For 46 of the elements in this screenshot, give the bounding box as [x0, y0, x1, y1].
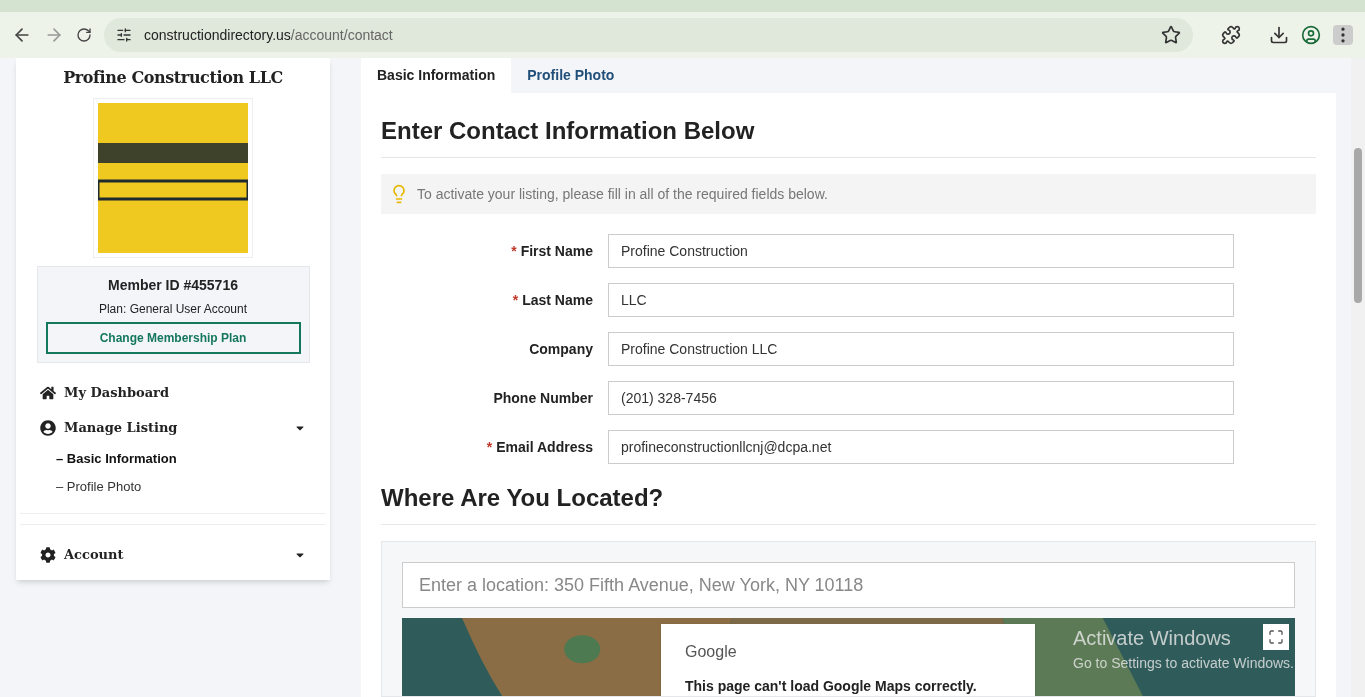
change-plan-button[interactable]: Change Membership Plan: [45, 322, 301, 354]
section-heading: Where Are You Located?: [381, 480, 1316, 525]
plan-text: Plan: General User Account: [98, 301, 248, 318]
activation-subtitle: Go to Settings to activate Windows.: [1073, 654, 1294, 673]
reload-icon[interactable]: [76, 27, 92, 43]
fullscreen-button[interactable]: [1263, 624, 1289, 650]
location-field[interactable]: Enter a location: 350 Fifth Avenue, New York, NY 10118: [402, 562, 1295, 608]
bookmark-star-icon[interactable]: [1161, 25, 1181, 45]
dialog-message: This page can't load Google Maps correctly.: [685, 677, 978, 696]
company-name: Profine Construction LLC: [63, 67, 283, 89]
user-icon: [40, 419, 56, 436]
scrollbar[interactable]: [1351, 58, 1365, 697]
activation-title: Activate Windows: [1073, 626, 1231, 651]
field-label: Email Address: [496, 437, 593, 457]
dialog-logo-text: Google: [685, 642, 738, 662]
field-label: Phone Number: [493, 388, 593, 408]
tab[interactable]: Basic Information: [361, 58, 512, 93]
nav-item[interactable]: Account: [64, 544, 286, 565]
sub-nav-item[interactable]: – Profile Photo: [40, 473, 306, 501]
input-field[interactable]: profineconstructionllcnj@dcpa.net: [608, 430, 1234, 464]
url-text: constructiondirectory.us/account/contact: [144, 25, 394, 45]
required-mark: *: [511, 241, 517, 261]
profile-icon[interactable]: [1301, 25, 1321, 45]
sub-nav-item[interactable]: – Basic Information: [40, 445, 306, 473]
nav-item[interactable]: My Dashboard: [64, 382, 306, 403]
member-id: Member ID #455716: [108, 276, 238, 295]
required-mark: *: [512, 290, 519, 310]
field-label: Last Name: [522, 290, 593, 310]
input-field[interactable]: Profine Construction: [608, 234, 1234, 268]
input-field[interactable]: LLC: [608, 283, 1234, 317]
settings-icon: [40, 546, 56, 563]
input-field[interactable]: Profine Construction LLC: [608, 332, 1234, 366]
nav-item[interactable]: Manage Listing: [64, 417, 286, 438]
section-heading: Enter Contact Information Below: [381, 113, 1316, 158]
home-icon: [40, 384, 56, 401]
menu-icon[interactable]: [1333, 25, 1353, 45]
field-label: First Name: [520, 241, 593, 261]
field-label: Company: [529, 339, 593, 359]
input-field[interactable]: (201) 328-7456: [608, 381, 1234, 415]
download-icon[interactable]: [1269, 25, 1289, 45]
address-bar[interactable]: constructiondirectory.us/account/contact: [104, 18, 1193, 52]
site-settings-icon[interactable]: [116, 27, 132, 43]
extensions-icon[interactable]: [1221, 25, 1241, 45]
fullscreen-icon: [1268, 629, 1284, 645]
required-mark: *: [486, 437, 493, 457]
notice-text: To activate your listing, please fill in all of the required fields below.: [417, 184, 828, 204]
